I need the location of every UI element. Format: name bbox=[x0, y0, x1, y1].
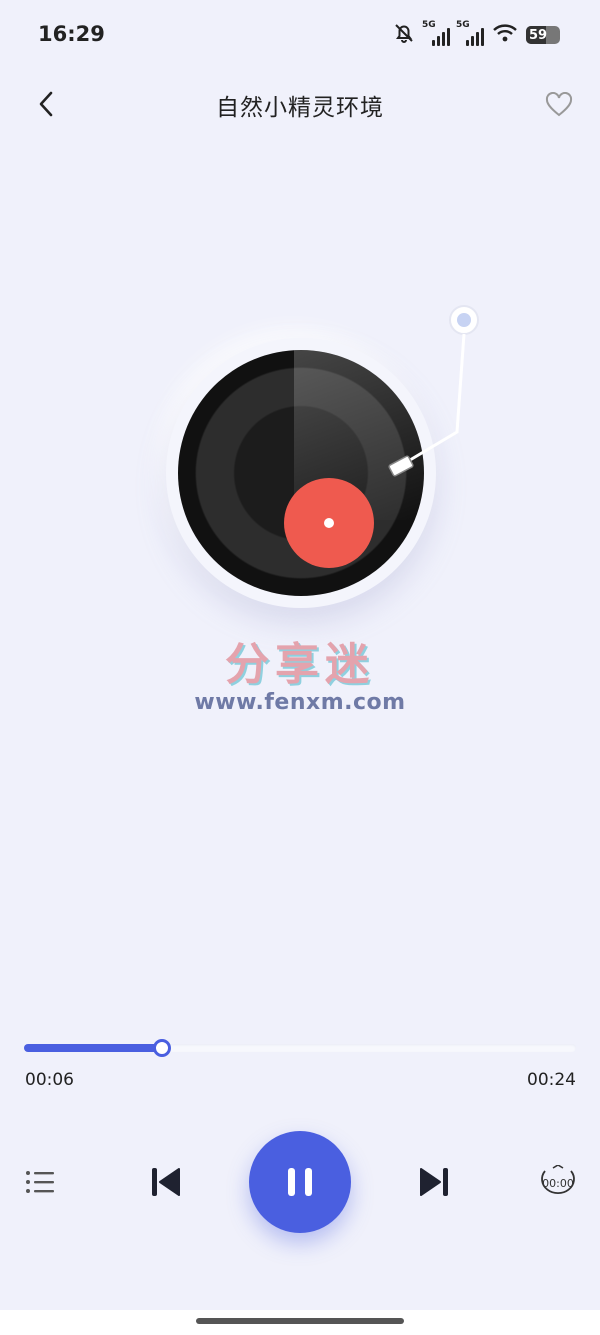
net-label-2: 5G bbox=[456, 20, 470, 30]
progress-fill bbox=[24, 1044, 162, 1052]
status-icons: 5G 5G 59 bbox=[392, 20, 560, 50]
wifi-icon bbox=[492, 22, 518, 48]
favorite-button[interactable] bbox=[542, 88, 576, 122]
watermark: 分享迷 www.fenxm.com bbox=[0, 628, 600, 715]
skip-next-icon bbox=[420, 1168, 448, 1196]
home-indicator[interactable] bbox=[196, 1318, 404, 1324]
playlist-icon bbox=[26, 1171, 54, 1193]
battery-icon: 59 bbox=[526, 26, 560, 44]
header: 自然小精灵环境 bbox=[0, 72, 600, 136]
mute-bell-icon bbox=[392, 21, 416, 49]
status-time: 16:29 bbox=[38, 22, 105, 46]
battery-level: 59 bbox=[529, 27, 548, 43]
player-controls: 00:00 bbox=[0, 1128, 600, 1238]
previous-button[interactable] bbox=[146, 1160, 186, 1204]
tonearm bbox=[388, 305, 479, 477]
playlist-button[interactable] bbox=[22, 1164, 58, 1200]
pause-button[interactable] bbox=[249, 1131, 351, 1233]
turntable-artwork bbox=[150, 300, 490, 620]
watermark-text: 分享迷 bbox=[225, 639, 375, 690]
signal-5g-icon: 5G bbox=[422, 20, 450, 46]
current-time: 00:06 bbox=[25, 1070, 74, 1090]
heart-outline-icon bbox=[545, 92, 573, 117]
progress-slider[interactable] bbox=[24, 1038, 576, 1058]
sleep-timer-button[interactable]: 00:00 bbox=[536, 1164, 580, 1200]
page-title: 自然小精灵环境 bbox=[216, 95, 384, 121]
progress-thumb[interactable] bbox=[153, 1039, 171, 1057]
signal-5g-icon: 5G bbox=[456, 20, 484, 46]
watermark-url: www.fenxm.com bbox=[194, 690, 406, 715]
timer-icon: 00:00 bbox=[541, 1165, 575, 1195]
skip-previous-icon bbox=[152, 1168, 180, 1196]
status-bar: 16:29 5G 5G 59 bbox=[0, 0, 600, 72]
next-button[interactable] bbox=[414, 1160, 454, 1204]
timer-label: 00:00 bbox=[542, 1177, 574, 1190]
net-label-1: 5G bbox=[422, 20, 436, 30]
pause-icon bbox=[288, 1168, 312, 1196]
total-time: 00:24 bbox=[527, 1070, 576, 1090]
